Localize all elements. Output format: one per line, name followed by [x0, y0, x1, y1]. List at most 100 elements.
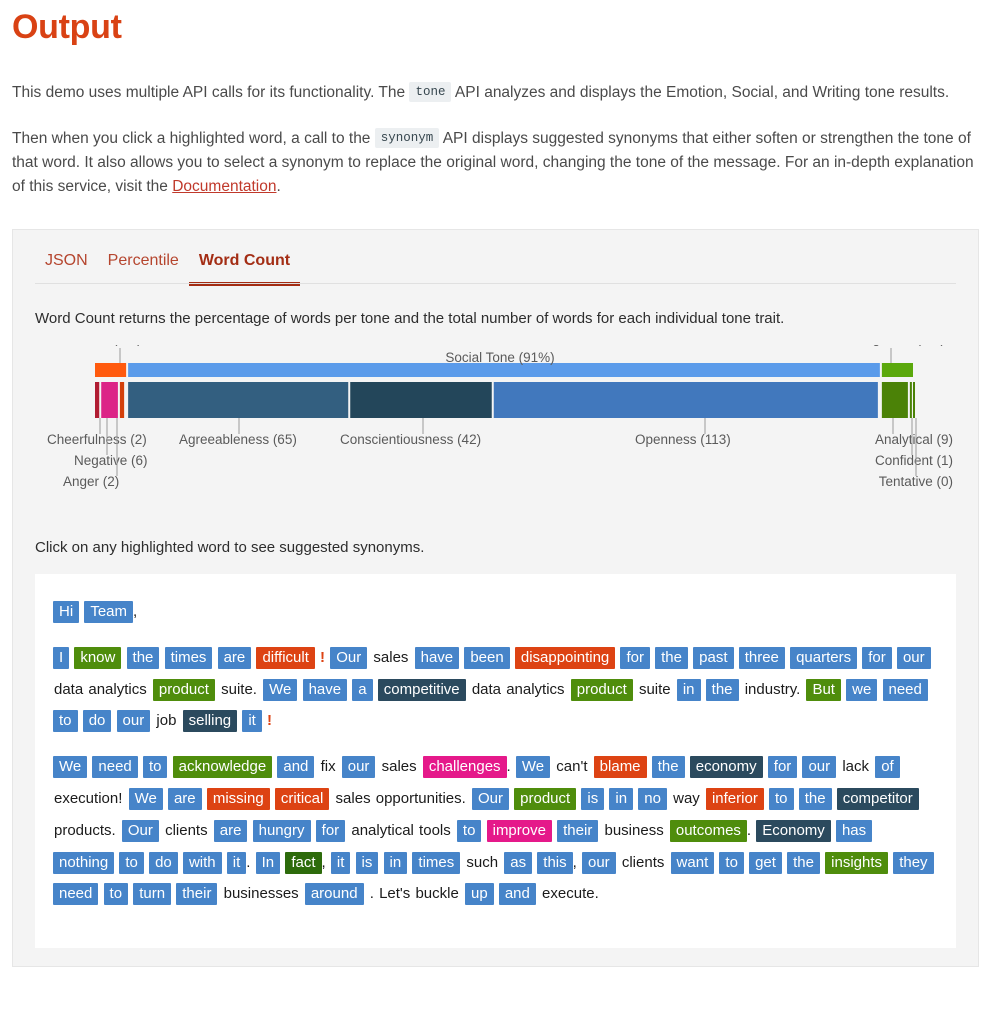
highlighted-word[interactable]: Team	[84, 601, 134, 624]
highlighted-word[interactable]: for	[767, 756, 798, 779]
highlighted-word[interactable]: their	[176, 883, 218, 906]
highlighted-word[interactable]: Our	[471, 788, 509, 811]
highlighted-word[interactable]: competitive	[377, 678, 466, 701]
highlighted-word[interactable]: outcomes	[669, 819, 747, 842]
highlighted-word[interactable]: our	[581, 851, 616, 874]
highlighted-word[interactable]: have	[414, 646, 460, 669]
highlighted-word[interactable]: acknowledge	[172, 756, 273, 779]
highlighted-word[interactable]: to	[719, 851, 744, 874]
highlighted-word[interactable]: to	[142, 756, 168, 779]
highlighted-word[interactable]: We	[263, 678, 298, 701]
highlighted-word[interactable]: past	[693, 646, 734, 669]
highlighted-word[interactable]: in	[383, 851, 408, 874]
highlighted-word[interactable]: hungry	[252, 819, 311, 842]
highlighted-word[interactable]: Our	[121, 819, 159, 842]
tab-json[interactable]: JSON	[35, 252, 98, 284]
highlighted-word[interactable]: for	[862, 646, 892, 669]
highlighted-word[interactable]: Our	[330, 646, 368, 669]
highlighted-word[interactable]: Hi	[53, 601, 80, 624]
highlighted-word[interactable]: and	[498, 883, 536, 906]
tone-trait-bar-analytical[interactable]	[881, 382, 908, 419]
highlighted-word[interactable]: up	[464, 883, 494, 906]
tone-trait-bar-cheerfulness[interactable]	[95, 382, 100, 419]
highlighted-word[interactable]: the	[126, 646, 160, 669]
highlighted-word[interactable]: for	[620, 646, 650, 669]
highlighted-word[interactable]: In	[255, 851, 281, 874]
highlighted-word[interactable]: blame	[593, 756, 647, 779]
highlighted-word[interactable]: product	[152, 678, 215, 701]
highlighted-word[interactable]: in	[609, 788, 634, 811]
tab-word-count[interactable]: Word Count	[188, 252, 301, 287]
highlighted-word[interactable]: the	[787, 851, 820, 874]
highlighted-word[interactable]: our	[896, 646, 931, 669]
tone-trait-bar-anger[interactable]	[119, 382, 125, 419]
highlighted-word[interactable]: want	[670, 851, 715, 874]
highlighted-word[interactable]: it	[242, 710, 262, 733]
tone-trait-bar-negative[interactable]	[101, 382, 118, 419]
highlighted-word[interactable]: have	[302, 678, 348, 701]
highlighted-word[interactable]: it	[226, 851, 247, 874]
highlighted-word[interactable]: We	[128, 788, 163, 811]
tab-percentile[interactable]: Percentile	[98, 252, 189, 284]
tone-trait-bar-confident[interactable]	[909, 382, 912, 419]
highlighted-word[interactable]: economy	[689, 756, 763, 779]
tone-trait-bar-conscientiousness[interactable]	[350, 382, 492, 419]
highlighted-word[interactable]: times	[164, 646, 213, 669]
highlighted-word[interactable]: been	[464, 646, 510, 669]
highlighted-word[interactable]: to	[769, 788, 794, 811]
highlighted-word[interactable]: to	[456, 819, 482, 842]
highlighted-word[interactable]: are	[167, 788, 202, 811]
highlighted-word[interactable]: our	[341, 756, 376, 779]
highlighted-word[interactable]: this	[537, 851, 573, 874]
highlighted-word[interactable]: fact	[285, 851, 322, 874]
highlighted-word[interactable]: our	[802, 756, 837, 779]
highlighted-word[interactable]: quarters	[790, 646, 858, 669]
highlighted-word[interactable]: is	[581, 788, 605, 811]
highlighted-word[interactable]: to	[103, 883, 129, 906]
highlighted-word[interactable]: the	[651, 756, 685, 779]
tone-category-band-social-tone[interactable]	[128, 363, 880, 378]
highlighted-word[interactable]: three	[738, 646, 785, 669]
highlighted-word[interactable]: the	[655, 646, 688, 669]
highlighted-word[interactable]: nothing	[53, 851, 115, 874]
highlighted-word[interactable]: product	[570, 678, 633, 701]
highlighted-word[interactable]: we	[846, 678, 878, 701]
tone-category-band-writing-tone[interactable]	[881, 363, 913, 378]
highlighted-word[interactable]: the	[705, 678, 739, 701]
highlighted-word[interactable]: turn	[133, 883, 172, 906]
highlighted-word[interactable]: has	[835, 819, 873, 842]
highlighted-word[interactable]: We	[515, 756, 551, 779]
highlighted-word[interactable]: We	[53, 756, 88, 779]
highlighted-word[interactable]: need	[882, 678, 928, 701]
highlighted-word[interactable]: they	[893, 851, 934, 874]
highlighted-word[interactable]: But	[806, 678, 841, 701]
tone-trait-bar-tentative[interactable]	[913, 382, 915, 419]
highlighted-word[interactable]: critical	[274, 788, 330, 811]
highlighted-word[interactable]: need	[92, 756, 138, 779]
highlighted-word[interactable]: competitor	[836, 788, 919, 811]
highlighted-word[interactable]: of	[875, 756, 900, 779]
highlighted-word[interactable]: get	[749, 851, 782, 874]
highlighted-word[interactable]: I	[53, 646, 70, 669]
highlighted-word[interactable]: know	[74, 646, 122, 669]
highlighted-word[interactable]: improve	[486, 819, 552, 842]
highlighted-word[interactable]: inferior	[705, 788, 764, 811]
highlighted-word[interactable]: insights	[825, 851, 889, 874]
highlighted-word[interactable]: are	[213, 819, 248, 842]
documentation-link[interactable]: Documentation	[172, 178, 276, 195]
highlighted-word[interactable]: and	[277, 756, 315, 779]
highlighted-word[interactable]: Economy	[756, 819, 831, 842]
highlighted-word[interactable]: to	[53, 710, 78, 733]
highlighted-word[interactable]: do	[82, 710, 112, 733]
highlighted-word[interactable]: the	[798, 788, 832, 811]
highlighted-word[interactable]: challenges	[422, 756, 507, 779]
tone-category-band-emotion-tone[interactable]	[95, 363, 127, 378]
highlighted-word[interactable]: a	[352, 678, 373, 701]
highlighted-word[interactable]: do	[149, 851, 178, 874]
highlighted-word[interactable]: it	[330, 851, 351, 874]
highlighted-word[interactable]: missing	[206, 788, 270, 811]
highlighted-word[interactable]: in	[676, 678, 701, 701]
highlighted-word[interactable]: for	[315, 819, 346, 842]
highlighted-word[interactable]: to	[119, 851, 144, 874]
highlighted-word[interactable]: around	[304, 883, 364, 906]
